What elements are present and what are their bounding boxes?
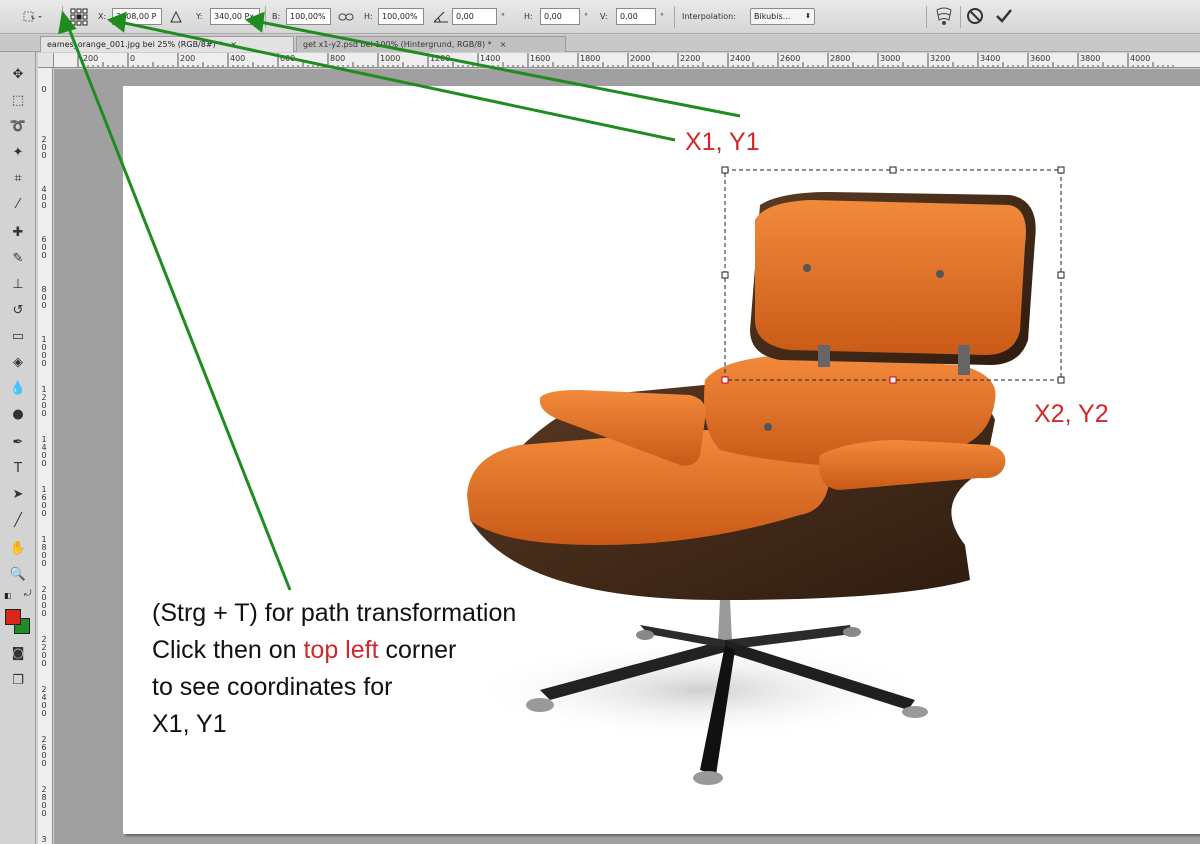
headrest-bracket: [958, 345, 970, 375]
instruction-line-2-end: corner: [378, 636, 457, 664]
x2-y2-label: X2, Y2: [1034, 400, 1109, 428]
instruction-line-2-start: Click then on: [152, 636, 304, 664]
headrest-bracket: [818, 345, 830, 367]
instruction-line-1: (Strg + T) for path transformation: [152, 599, 517, 627]
instruction-highlight: top left: [303, 636, 379, 664]
headrest-cushion: [755, 200, 1026, 355]
instruction-line-3: to see coordinates for: [152, 673, 393, 701]
button-tuft: [764, 423, 772, 431]
instruction-line-2: Click then on top left corner: [152, 632, 516, 669]
button-tuft: [803, 264, 811, 272]
instruction-line-4: X1, Y1: [152, 710, 227, 738]
instruction-text: (Strg + T) for path transformation Click…: [152, 595, 516, 743]
button-tuft: [936, 270, 944, 278]
x1-y1-label: X1, Y1: [685, 128, 760, 156]
right-armrest: [819, 440, 1006, 490]
